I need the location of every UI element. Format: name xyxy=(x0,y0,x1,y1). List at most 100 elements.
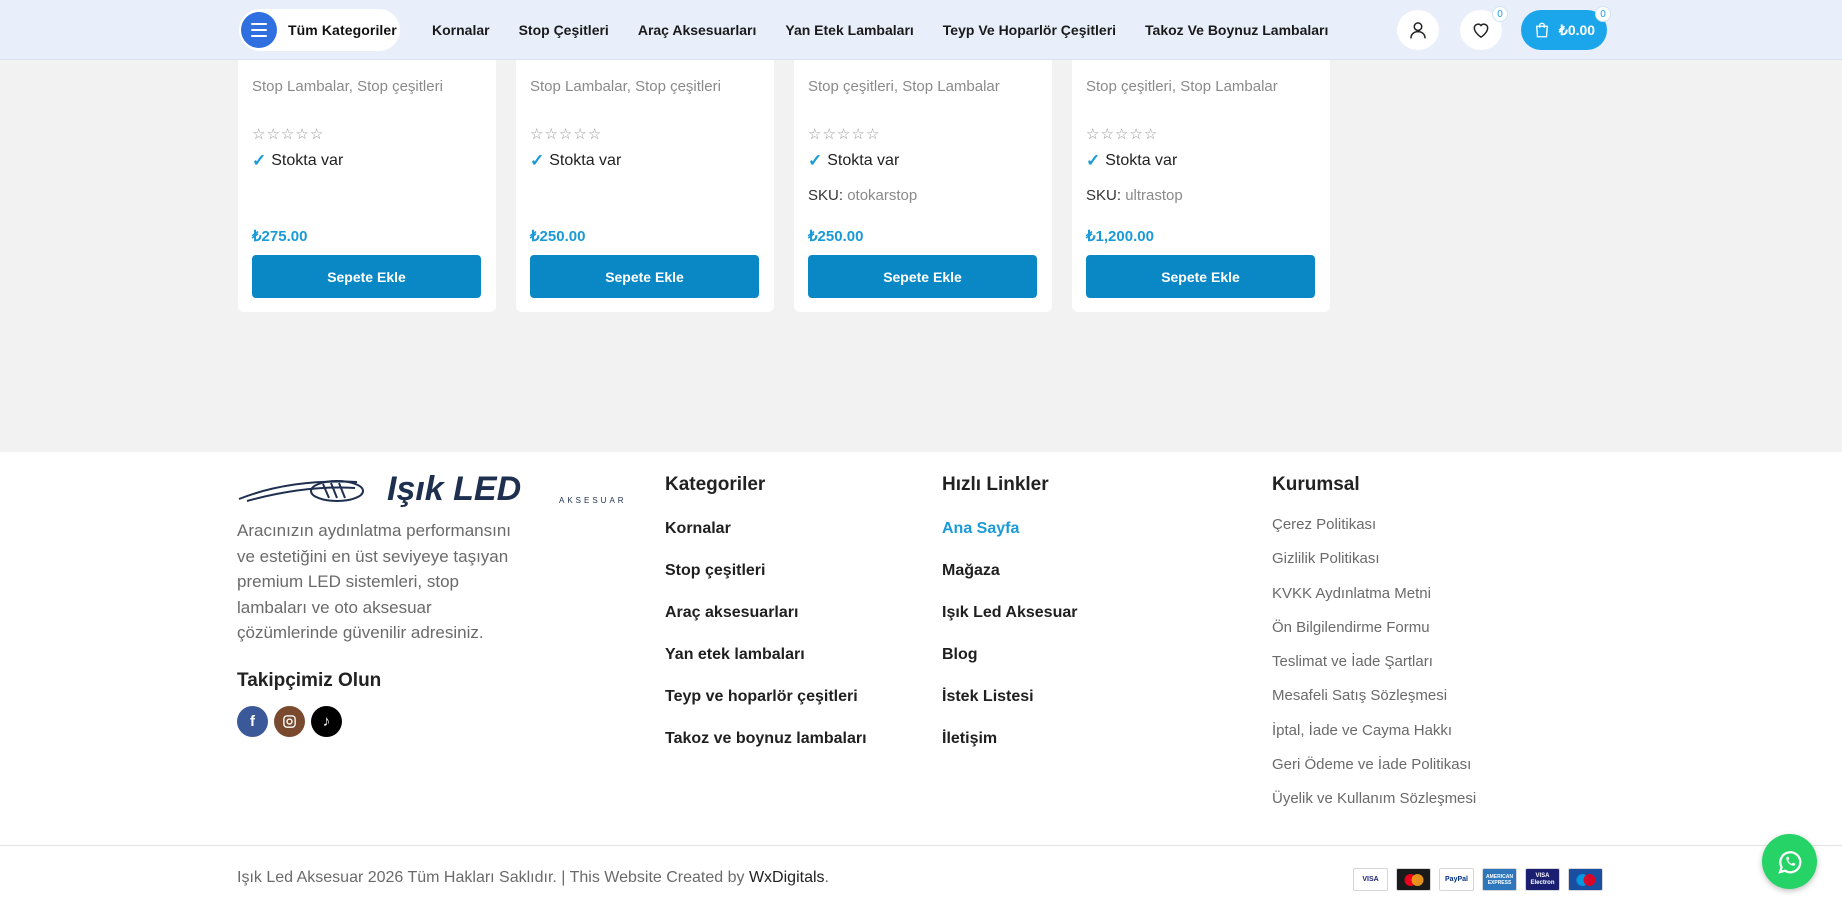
logo-subtitle: AKSESUAR xyxy=(559,496,627,505)
footer-category-link[interactable]: Araç aksesuarları xyxy=(665,604,867,646)
product-sku: SKU: ultrastop xyxy=(1086,187,1183,204)
rating-stars: ☆ ☆ ☆ ☆ ☆ xyxy=(530,126,602,143)
quick-link-wishlist[interactable]: İstek Listesi xyxy=(942,688,1077,730)
check-icon: ✓ xyxy=(252,151,267,170)
stock-status: ✓ Stokta var xyxy=(252,151,343,171)
product-categories[interactable]: Stop Lambalar, Stop çeşitleri xyxy=(530,78,721,95)
user-icon xyxy=(1410,22,1426,39)
sku-label: SKU: xyxy=(1086,187,1122,204)
corporate-link[interactable]: Gizlilik Politikası xyxy=(1272,550,1476,584)
footer-category-link[interactable]: Yan etek lambaları xyxy=(665,646,867,688)
all-categories-label: Tüm Kategoriler xyxy=(288,22,397,38)
add-to-cart-button[interactable]: Sepete Ekle xyxy=(1086,255,1315,298)
product-categories[interactable]: Stop çeşitleri, Stop Lambalar xyxy=(808,78,1000,95)
payment-methods: VISA PayPal AMERICAN EXPRESS VISA Electr… xyxy=(1353,868,1603,891)
check-icon: ✓ xyxy=(530,151,545,170)
account-button[interactable] xyxy=(1397,10,1439,50)
rating-stars: ☆ ☆ ☆ ☆ ☆ xyxy=(1086,126,1158,143)
quick-link-shop[interactable]: Mağaza xyxy=(942,562,1077,604)
footer-quick-links-list: Ana Sayfa Mağaza Işık Led Aksesuar Blog … xyxy=(942,520,1077,772)
cart-total: ₺0.00 xyxy=(1558,21,1596,38)
footer-category-link[interactable]: Kornalar xyxy=(665,520,867,562)
heart-icon xyxy=(1473,23,1489,38)
all-categories-button[interactable]: Tüm Kategoriler xyxy=(239,9,400,51)
product-card: Stop Lambalar, Stop çeşitleri ☆ ☆ ☆ ☆ ☆ ✓ Sto… xyxy=(238,50,496,312)
add-to-cart-button[interactable]: Sepete Ekle xyxy=(252,255,481,298)
main-nav: Kornalar Stop Çeşitleri Araç Aksesuarlar… xyxy=(432,0,1357,60)
stock-text: Stokta var xyxy=(549,152,622,169)
copyright-text: Işık Led Aksesuar 2026 Tüm Hakları Saklı… xyxy=(237,869,829,887)
check-icon: ✓ xyxy=(1086,151,1101,170)
paypal-icon: PayPal xyxy=(1439,868,1474,891)
amex-icon: AMERICAN EXPRESS xyxy=(1482,868,1517,891)
nav-teyp-hoparlor[interactable]: Teyp Ve Hoparlör Çeşitleri xyxy=(943,22,1116,38)
visa-icon: VISA xyxy=(1353,868,1388,891)
footer-logo[interactable]: Işık LED AKSESUAR xyxy=(237,470,649,515)
site-header: Tüm Kategoriler Kornalar Stop Çeşitleri … xyxy=(0,0,1842,60)
footer-divider xyxy=(0,845,1842,846)
stock-status: ✓ Stokta var xyxy=(530,151,621,171)
quick-link-about[interactable]: Işık Led Aksesuar xyxy=(942,604,1077,646)
visa-electron-icon: VISA Electron xyxy=(1525,868,1560,891)
product-price: ₺250.00 xyxy=(530,228,586,245)
logo-wordmark: Işık LED xyxy=(387,470,521,508)
footer-categories-list: Kornalar Stop çeşitleri Araç aksesuarlar… xyxy=(665,520,867,772)
add-to-cart-button[interactable]: Sepete Ekle xyxy=(530,255,759,298)
rating-stars: ☆ ☆ ☆ ☆ ☆ xyxy=(808,126,880,143)
nav-kornalar[interactable]: Kornalar xyxy=(432,22,490,38)
stock-text: Stokta var xyxy=(827,152,900,169)
instagram-icon[interactable] xyxy=(274,706,305,737)
corporate-title: Kurumsal xyxy=(1272,474,1360,495)
footer-corporate-list: Çerez Politikası Gizlilik Politikası KVK… xyxy=(1272,516,1476,825)
corporate-link[interactable]: Çerez Politikası xyxy=(1272,516,1476,550)
corporate-link[interactable]: Teslimat ve İade Şartları xyxy=(1272,653,1476,687)
copyright-main: Işık Led Aksesuar 2026 Tüm Hakları Saklı… xyxy=(237,869,749,886)
site-footer: Işık LED AKSESUAR Aracınızın aydınlatma … xyxy=(0,452,1842,910)
product-categories[interactable]: Stop çeşitleri, Stop Lambalar xyxy=(1086,78,1278,95)
cart-button[interactable]: ₺0.00 0 xyxy=(1521,6,1611,50)
corporate-link[interactable]: KVKK Aydınlatma Metni xyxy=(1272,585,1476,619)
footer-category-link[interactable]: Stop çeşitleri xyxy=(665,562,867,604)
corporate-link[interactable]: Üyelik ve Kullanım Sözleşmesi xyxy=(1272,790,1476,824)
corporate-link[interactable]: Geri Ödeme ve İade Politikası xyxy=(1272,756,1476,790)
add-to-cart-button[interactable]: Sepete Ekle xyxy=(808,255,1037,298)
product-price: ₺275.00 xyxy=(252,228,308,245)
stock-status: ✓ Stokta var xyxy=(1086,151,1177,171)
nav-arac-aksesuarlari[interactable]: Araç Aksesuarları xyxy=(638,22,757,38)
corporate-link[interactable]: Mesafeli Satış Sözleşmesi xyxy=(1272,687,1476,721)
nav-yan-etek-lambalari[interactable]: Yan Etek Lambaları xyxy=(785,22,913,38)
copyright-end: . xyxy=(824,869,829,886)
product-card: Stop Lambalar, Stop çeşitleri ☆ ☆ ☆ ☆ ☆ ✓ Sto… xyxy=(516,50,774,312)
quick-link-home[interactable]: Ana Sayfa xyxy=(942,520,1077,562)
sku-value: otokarstop xyxy=(847,187,918,204)
check-icon: ✓ xyxy=(808,151,823,170)
product-card: Stop çeşitleri, Stop Lambalar ☆ ☆ ☆ ☆ ☆ ✓ Sto… xyxy=(1072,50,1330,312)
menu-icon xyxy=(241,12,277,48)
facebook-icon[interactable]: f xyxy=(237,706,268,737)
wishlist-count-badge: 0 xyxy=(1492,6,1508,22)
follow-title: Takipçimiz Olun xyxy=(237,670,382,691)
categories-title: Kategoriler xyxy=(665,474,766,495)
maestro-icon xyxy=(1568,868,1603,891)
stock-text: Stokta var xyxy=(1105,152,1178,169)
quick-link-contact[interactable]: İletişim xyxy=(942,730,1077,772)
stock-text: Stokta var xyxy=(271,152,344,169)
credits-link[interactable]: WxDigitals xyxy=(749,869,825,886)
footer-about-text: Aracınızın aydınlatma performansını ve e… xyxy=(237,521,512,643)
stock-status: ✓ Stokta var xyxy=(808,151,899,171)
product-sku: SKU: otokarstop xyxy=(808,187,917,204)
mastercard-icon xyxy=(1396,868,1431,891)
product-categories[interactable]: Stop Lambalar, Stop çeşitleri xyxy=(252,78,443,95)
corporate-link[interactable]: İptal, İade ve Cayma Hakkı xyxy=(1272,722,1476,756)
wishlist-button[interactable]: 0 xyxy=(1460,6,1508,50)
corporate-link[interactable]: Ön Bilgilendirme Formu xyxy=(1272,619,1476,653)
quick-link-blog[interactable]: Blog xyxy=(942,646,1077,688)
footer-category-link[interactable]: Teyp ve hoparlör çeşitleri xyxy=(665,688,867,730)
tiktok-icon[interactable]: ♪ xyxy=(311,706,342,737)
footer-category-link[interactable]: Takoz ve boynuz lambaları xyxy=(665,730,867,772)
social-links: f ♪ xyxy=(237,706,342,737)
nav-takoz-boynuz[interactable]: Takoz Ve Boynuz Lambaları xyxy=(1145,22,1328,38)
nav-stop-cesitleri[interactable]: Stop Çeşitleri xyxy=(519,22,609,38)
quick-links-title: Hızlı Linkler xyxy=(942,474,1049,495)
whatsapp-chat-button[interactable] xyxy=(1762,834,1817,889)
